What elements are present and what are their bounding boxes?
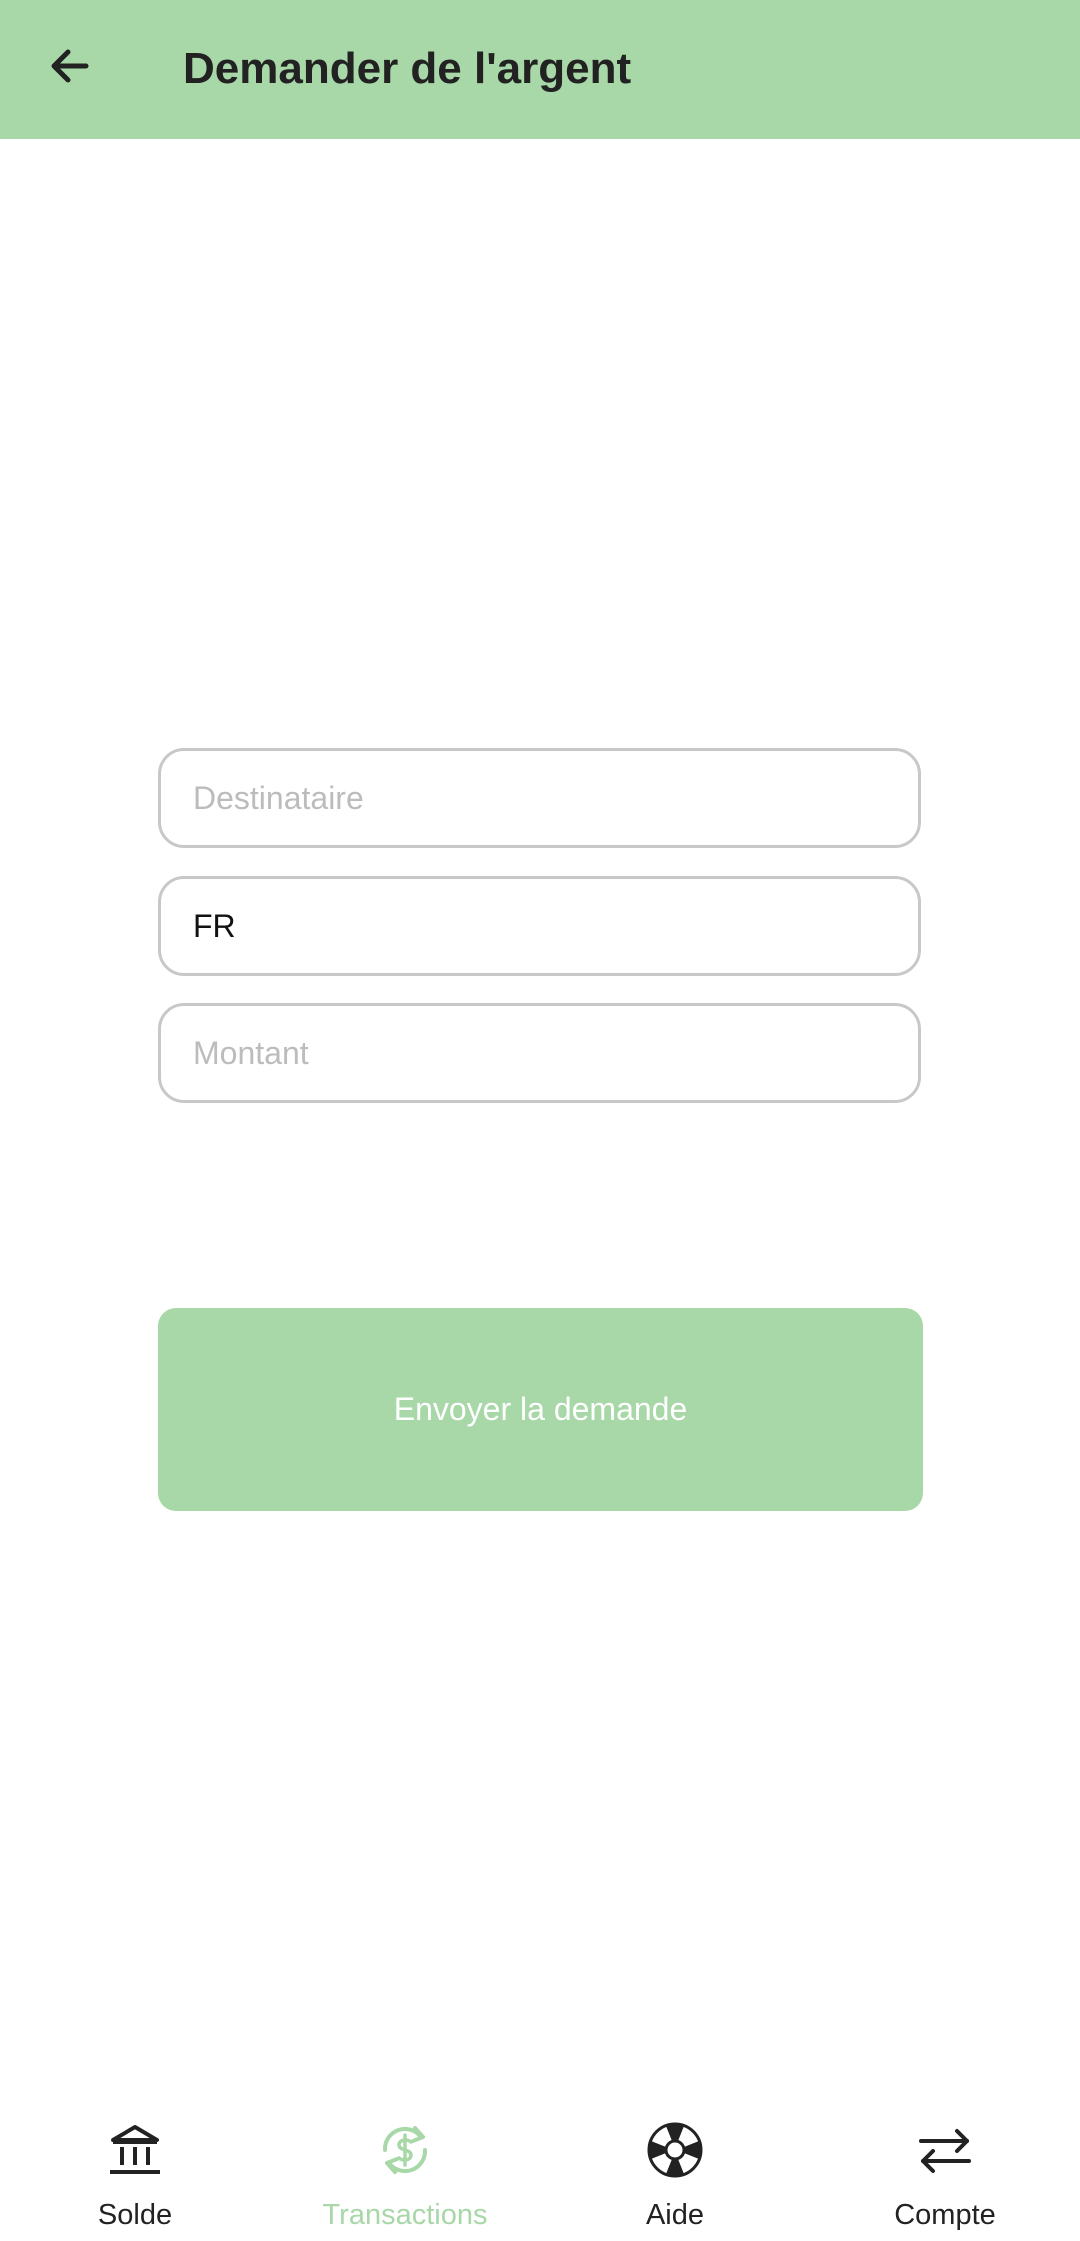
nav-label-compte: Compte <box>894 2199 996 2231</box>
currency-exchange-icon <box>382 2126 428 2174</box>
amount-input[interactable] <box>193 1006 883 1100</box>
nav-item-transactions[interactable]: Transactions <box>270 2120 540 2241</box>
recipient-field[interactable] <box>158 748 921 848</box>
nav-item-compte[interactable]: Compte <box>810 2120 1080 2241</box>
nav-item-solde[interactable]: Solde <box>0 2120 270 2241</box>
recipient-input[interactable] <box>193 751 883 845</box>
nav-label-aide: Aide <box>645 2199 705 2231</box>
app-bar: Demander de l'argent <box>0 0 1080 139</box>
nav-label-solde: Solde <box>97 2199 173 2231</box>
send-request-label: Envoyer la demande <box>393 1391 688 1427</box>
page-title: Demander de l'argent <box>183 44 632 93</box>
bottom-navigation: Solde Transactions Aide Compte <box>0 2100 1080 2241</box>
swap-arrows-icon <box>919 2129 971 2173</box>
nav-item-aide[interactable]: Aide <box>540 2120 810 2241</box>
bank-icon <box>110 2125 160 2174</box>
back-button[interactable] <box>26 22 114 110</box>
lifebuoy-icon <box>647 2122 703 2178</box>
amount-field[interactable] <box>158 1003 921 1103</box>
send-request-button[interactable]: Envoyer la demande <box>158 1308 923 1511</box>
iban-input[interactable] <box>193 879 883 973</box>
nav-label-transactions: Transactions <box>322 2199 488 2231</box>
iban-field[interactable] <box>158 876 921 976</box>
arrow-left-icon <box>51 49 89 83</box>
